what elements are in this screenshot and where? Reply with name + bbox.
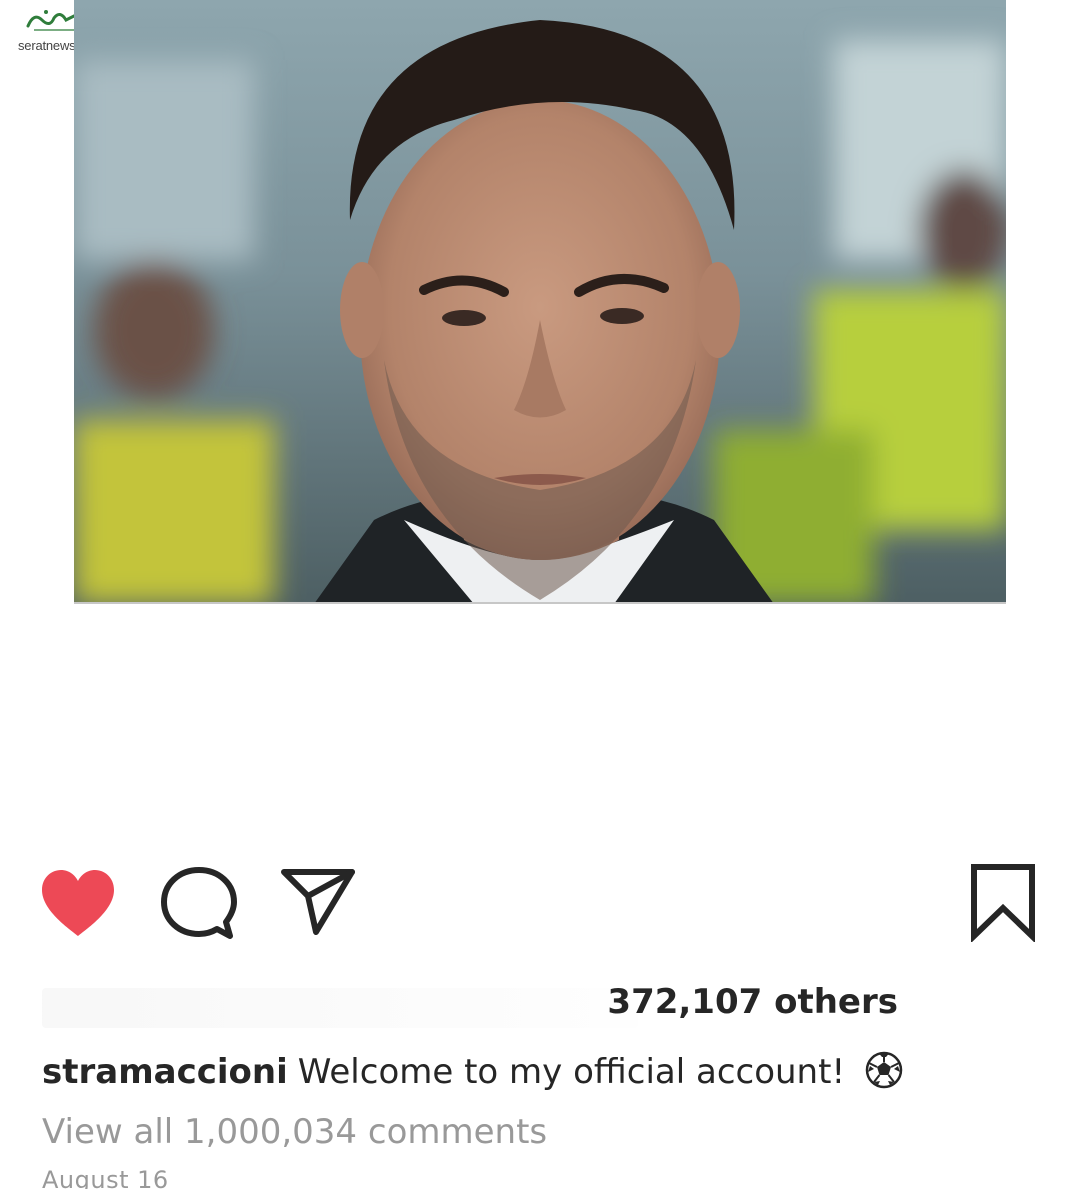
instagram-post: seratnews.ir 372,107 others stramaccioni… [0,0,1080,1189]
likes-summary[interactable]: 372,107 others [42,982,902,1032]
soccer-ball-icon [865,1051,903,1089]
post-image[interactable] [74,0,1006,604]
redacted-likers [42,988,638,1028]
comment-button[interactable] [160,866,238,942]
comment-icon [161,867,237,939]
caption-text: Welcome to my official account! [297,1052,846,1092]
post-image-art [74,0,1006,602]
view-all-comments-link[interactable]: View all 1,000,034 comments [42,1112,547,1152]
post-caption: stramaccioni Welcome to my official accou… [42,1050,1042,1092]
likes-count[interactable]: 372,107 others [607,982,898,1022]
share-button[interactable] [278,864,358,940]
heart-icon [42,870,114,936]
paper-plane-icon [281,869,355,935]
caption-username[interactable]: stramaccioni [42,1052,288,1092]
bookmark-icon [971,864,1035,944]
post-date: August 16 [42,1166,169,1189]
like-button[interactable] [38,866,118,942]
save-button[interactable] [966,862,1040,944]
